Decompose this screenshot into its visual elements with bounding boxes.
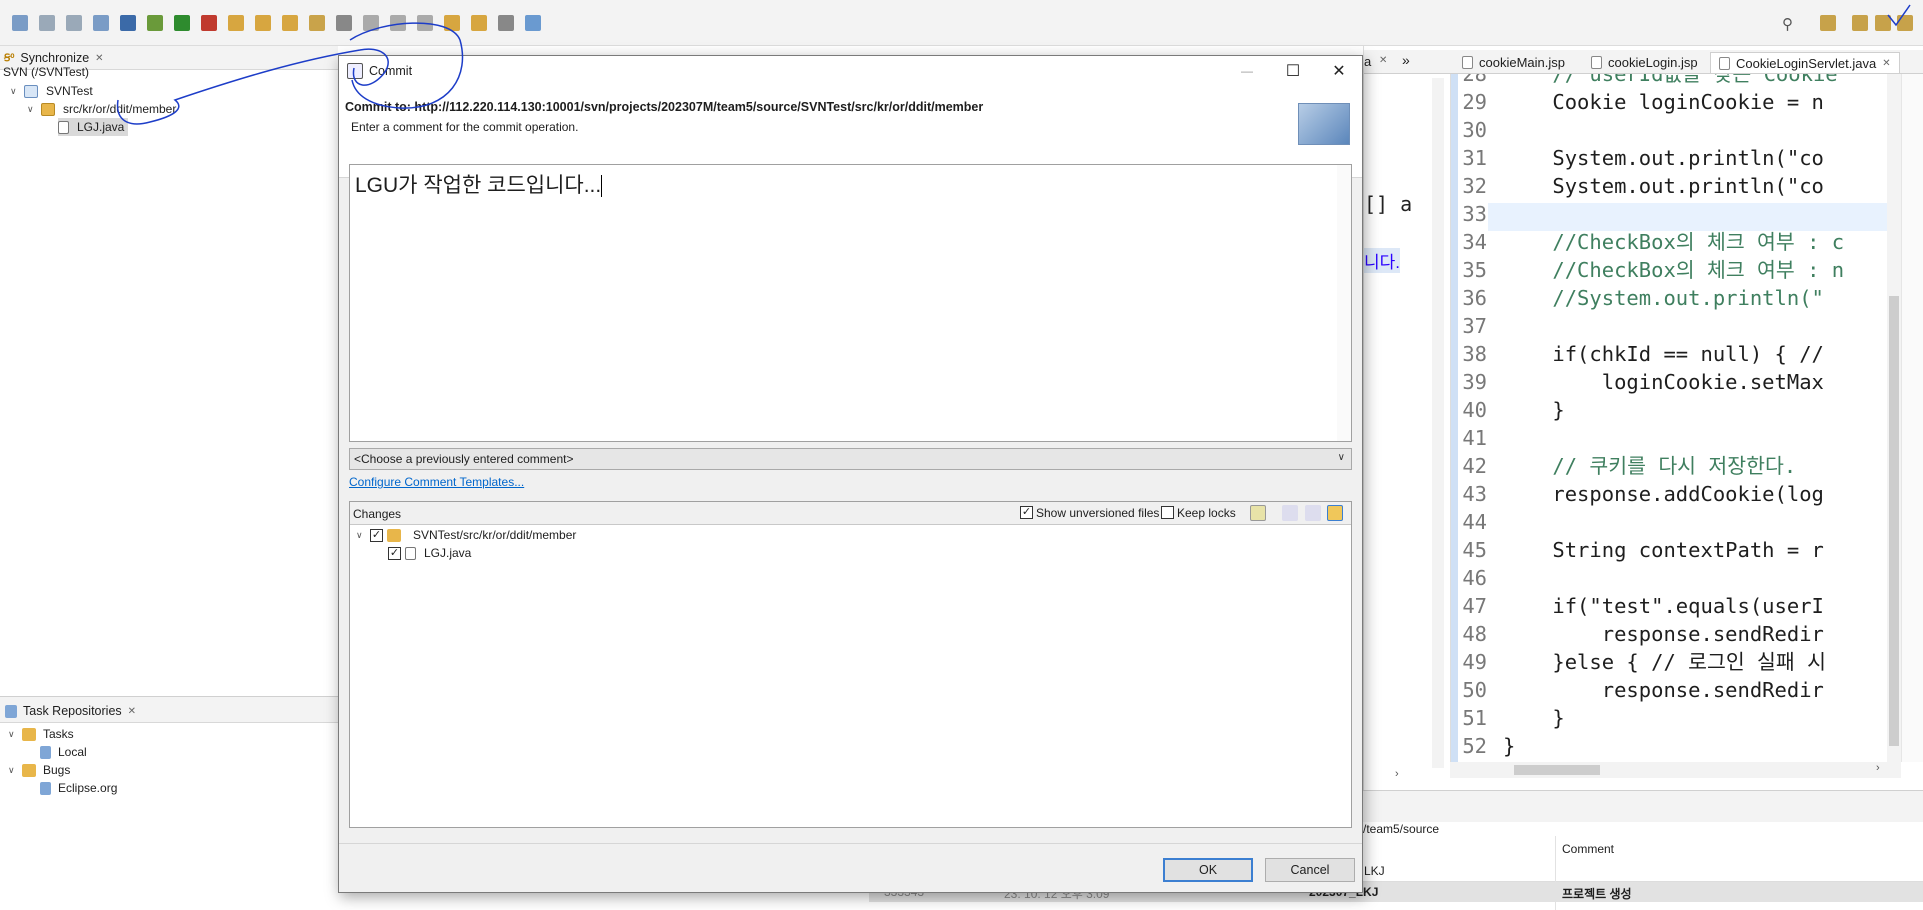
pen-annotation — [116, 4, 1911, 125]
